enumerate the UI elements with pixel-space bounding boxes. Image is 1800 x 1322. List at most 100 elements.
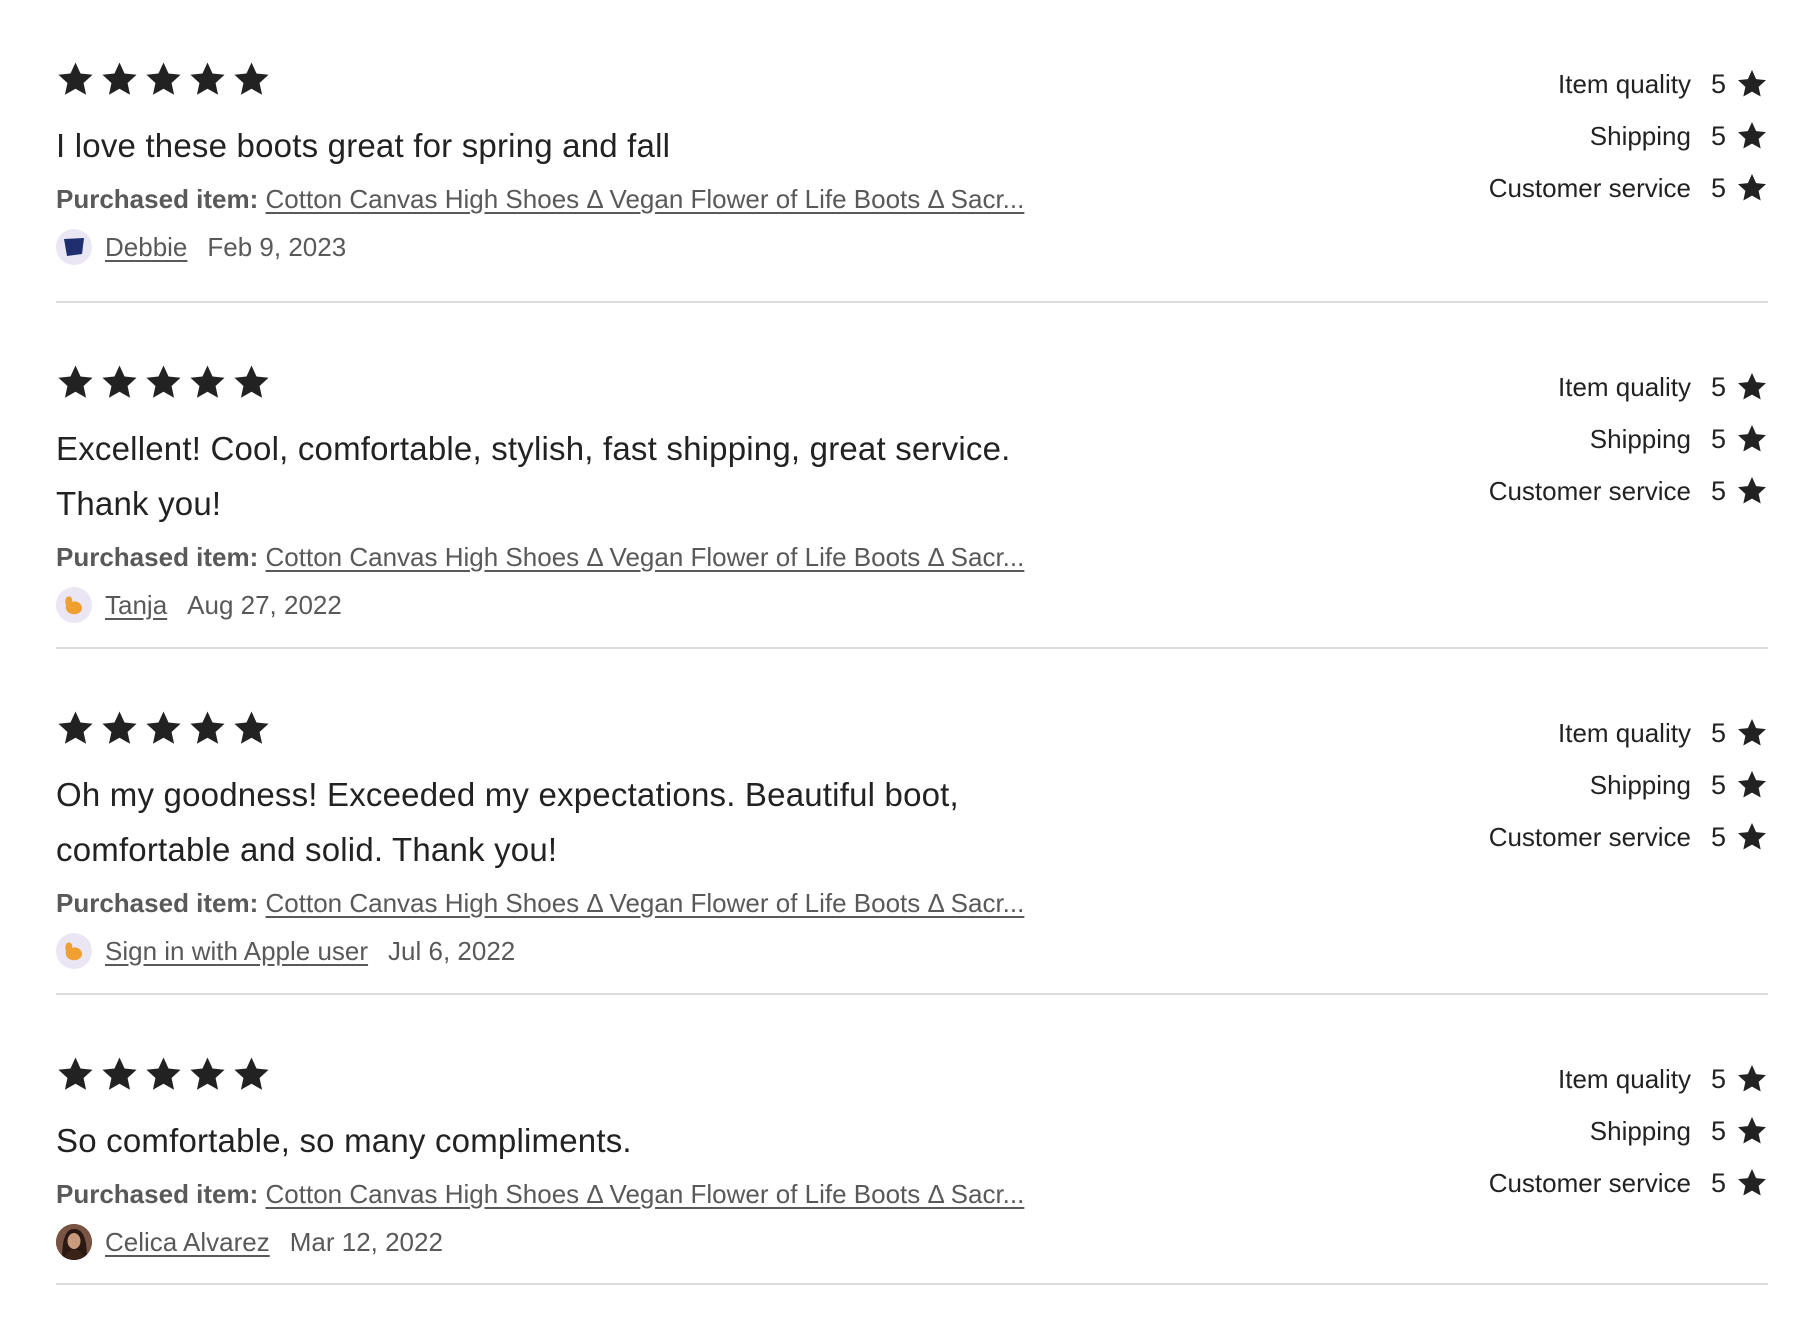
reviewer-name-link[interactable]: Tanja xyxy=(105,590,167,621)
star-icon xyxy=(1738,1117,1766,1144)
rating-customer-service: Customer service 5 xyxy=(1368,1157,1768,1209)
star-icon xyxy=(146,364,181,398)
rating-label: Item quality xyxy=(1558,68,1691,99)
star-icon xyxy=(102,61,137,95)
review-date: Mar 12, 2022 xyxy=(289,1226,443,1257)
review-body: So comfortable, so many compliments. Pur… xyxy=(56,1053,1106,1262)
rating-value: 5 xyxy=(1710,1167,1726,1198)
purchased-item: Purchased item: Cotton Canvas High Shoes… xyxy=(56,537,1106,577)
rating-breakdown: Item quality 5 Shipping 5 Customer servi… xyxy=(1368,707,1768,863)
purchased-item-label: Purchased item: xyxy=(56,542,259,572)
rating-value: 5 xyxy=(1710,371,1726,402)
orange-shape-icon xyxy=(65,942,82,961)
review-text: I love these boots great for spring and … xyxy=(56,127,671,164)
rating-item-quality: Item quality 5 xyxy=(1368,361,1768,413)
rating-value: 5 xyxy=(1710,1063,1726,1094)
star-icon xyxy=(190,61,225,95)
star-icon xyxy=(234,61,269,95)
reviews-list: I love these boots great for spring and … xyxy=(56,0,1768,1285)
star-icon xyxy=(1738,477,1766,504)
purchased-item-link[interactable]: Cotton Canvas High Shoes Δ Vegan Flower … xyxy=(266,1179,1025,1209)
review-text: So comfortable, so many compliments. xyxy=(56,1122,632,1159)
reviewer-avatar[interactable] xyxy=(56,933,92,969)
rating-value: 5 xyxy=(1710,821,1726,852)
rating-label: Shipping xyxy=(1589,769,1691,800)
review-item: Excellent! Cool, comfortable, stylish, f… xyxy=(56,303,1768,649)
star-icon xyxy=(1738,1065,1766,1092)
star-icon xyxy=(58,61,93,95)
rating-label: Item quality xyxy=(1558,1063,1691,1094)
review-date: Jul 6, 2022 xyxy=(388,935,516,966)
reviewer-avatar[interactable] xyxy=(56,587,92,623)
reviewer-name-link[interactable]: Sign in with Apple user xyxy=(105,936,368,967)
review-body: Excellent! Cool, comfortable, stylish, f… xyxy=(56,361,1106,625)
rating-label: Shipping xyxy=(1589,120,1691,151)
review-star-rating xyxy=(56,58,1106,100)
star-icon xyxy=(146,1056,181,1090)
purchased-item-link[interactable]: Cotton Canvas High Shoes Δ Vegan Flower … xyxy=(266,888,1025,918)
reviewer-info: Debbie Feb 9, 2023 xyxy=(56,227,1106,267)
purchased-item-link[interactable]: Cotton Canvas High Shoes Δ Vegan Flower … xyxy=(266,184,1025,214)
rating-shipping: Shipping 5 xyxy=(1368,110,1768,162)
reviewer-info: Sign in with Apple user Jul 6, 2022 xyxy=(56,931,1106,971)
reviewer-avatar[interactable] xyxy=(56,1224,92,1260)
purchased-item-link[interactable]: Cotton Canvas High Shoes Δ Vegan Flower … xyxy=(266,542,1025,572)
rating-value: 5 xyxy=(1710,1115,1726,1146)
rating-value: 5 xyxy=(1710,769,1726,800)
rating-label: Shipping xyxy=(1589,1115,1691,1146)
review-item: I love these boots great for spring and … xyxy=(56,0,1768,303)
rating-breakdown: Item quality 5 Shipping 5 Customer servi… xyxy=(1368,1053,1768,1209)
rating-label: Customer service xyxy=(1488,1167,1691,1198)
review-date: Feb 9, 2023 xyxy=(207,231,347,262)
reviewer-info: Celica Alvarez Mar 12, 2022 xyxy=(56,1222,1106,1262)
star-icon xyxy=(1738,122,1766,149)
rating-customer-service: Customer service 5 xyxy=(1368,811,1768,863)
star-icon xyxy=(234,710,269,744)
rating-label: Customer service xyxy=(1488,172,1691,203)
orange-shape-icon xyxy=(65,596,82,615)
review-body: I love these boots great for spring and … xyxy=(56,58,1106,267)
purchased-item: Purchased item: Cotton Canvas High Shoes… xyxy=(56,883,1106,923)
review-date: Aug 27, 2022 xyxy=(187,589,342,620)
reviewer-name-link[interactable]: Celica Alvarez xyxy=(105,1227,270,1258)
rating-item-quality: Item quality 5 xyxy=(1368,707,1768,759)
star-icon xyxy=(146,61,181,95)
purchased-item-label: Purchased item: xyxy=(56,1179,259,1209)
review-star-rating xyxy=(56,361,1106,403)
reviewer-avatar[interactable] xyxy=(56,229,92,265)
star-icon xyxy=(102,710,137,744)
purchased-item: Purchased item: Cotton Canvas High Shoes… xyxy=(56,1174,1106,1214)
blue-shape-icon xyxy=(64,238,84,256)
rating-value: 5 xyxy=(1710,120,1726,151)
review-body: Oh my goodness! Exceeded my expectations… xyxy=(56,707,1106,971)
rating-label: Shipping xyxy=(1589,423,1691,454)
star-icon xyxy=(234,1056,269,1090)
reviewer-name-link[interactable]: Debbie xyxy=(105,232,187,263)
rating-shipping: Shipping 5 xyxy=(1368,413,1768,465)
star-icon xyxy=(1738,823,1766,850)
review-item: So comfortable, so many compliments. Pur… xyxy=(56,995,1768,1285)
rating-label: Customer service xyxy=(1488,821,1691,852)
review-text: Excellent! Cool, comfortable, stylish, f… xyxy=(56,430,1011,522)
star-icon xyxy=(234,364,269,398)
star-icon xyxy=(1738,1169,1766,1196)
rating-item-quality: Item quality 5 xyxy=(1368,58,1768,110)
purchased-item-label: Purchased item: xyxy=(56,184,259,214)
star-icon xyxy=(1738,373,1766,400)
review-star-rating xyxy=(56,1053,1106,1095)
star-icon xyxy=(1738,174,1766,201)
star-icon xyxy=(1738,719,1766,746)
rating-item-quality: Item quality 5 xyxy=(1368,1053,1768,1105)
rating-value: 5 xyxy=(1710,68,1726,99)
rating-value: 5 xyxy=(1710,423,1726,454)
purchased-item-label: Purchased item: xyxy=(56,888,259,918)
rating-label: Customer service xyxy=(1488,475,1691,506)
star-icon xyxy=(190,710,225,744)
rating-customer-service: Customer service 5 xyxy=(1368,162,1768,214)
rating-shipping: Shipping 5 xyxy=(1368,1105,1768,1157)
star-icon xyxy=(58,710,93,744)
star-icon xyxy=(58,364,93,398)
star-icon xyxy=(102,364,137,398)
star-icon xyxy=(190,1056,225,1090)
star-icon xyxy=(146,710,181,744)
